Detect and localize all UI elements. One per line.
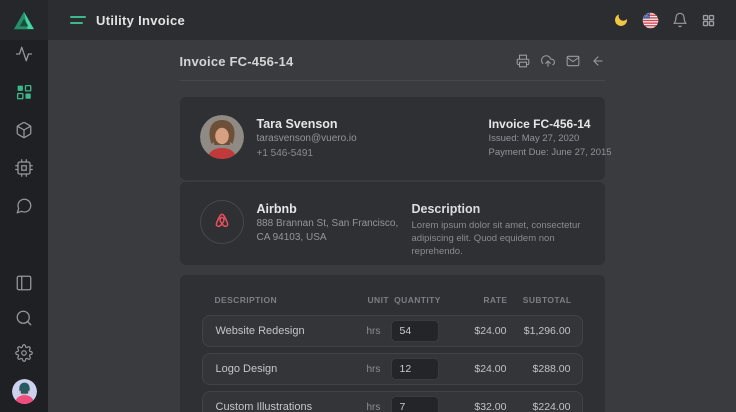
table-row: Website Redesign hrs $24.00 $1,296.00: [202, 315, 583, 347]
item-rate: $24.00: [443, 325, 507, 337]
send-email-button[interactable]: [566, 54, 580, 68]
menu-toggle-icon[interactable]: [70, 13, 86, 27]
item-unit: hrs: [367, 402, 391, 412]
description-block: Description Lorem ipsum dolor sit amet, …: [412, 200, 585, 247]
company-panel: Airbnb 888 Brannan St, San Francisco, CA…: [180, 182, 605, 265]
client-photo-icon: [200, 115, 244, 159]
company-address-line1: 888 Brannan St, San Francisco,: [257, 217, 399, 231]
item-subtotal: $288.00: [507, 363, 571, 375]
brand-logo[interactable]: [0, 0, 48, 40]
sidebar-item-components[interactable]: [15, 159, 33, 177]
table-row: Custom Illustrations hrs $32.00 $224.00: [202, 391, 583, 412]
upload-cloud-icon: [541, 54, 555, 68]
col-header-description: DESCRIPTION: [215, 295, 368, 305]
arrow-left-icon: [591, 54, 605, 68]
moon-icon: [611, 10, 631, 30]
item-rate: $24.00: [443, 363, 507, 375]
description-text: Lorem ipsum dolor sit amet, consectetur …: [412, 219, 585, 258]
apps-menu-button[interactable]: [701, 13, 716, 28]
printer-icon: [516, 54, 530, 68]
sidebar: [0, 0, 48, 412]
company-logo-circle: [200, 200, 244, 244]
page-title: Invoice FC-456-14: [180, 54, 294, 69]
page-content: Invoice FC-456-14: [48, 40, 736, 412]
dark-mode-toggle[interactable]: [613, 12, 629, 28]
print-button[interactable]: [516, 54, 530, 68]
col-header-unit: UNIT: [368, 295, 392, 305]
search-icon: [15, 309, 33, 327]
company-name: Airbnb: [257, 201, 399, 217]
cpu-icon: [15, 159, 33, 177]
app-window: Utility Invoice: [0, 0, 736, 412]
invoice-issued-date: Issued: May 27, 2020: [489, 132, 585, 146]
page-header: Invoice FC-456-14: [180, 48, 605, 74]
sidebar-nav: [15, 40, 33, 215]
sidebar-item-search[interactable]: [15, 309, 33, 327]
sidebar-item-panels[interactable]: [15, 274, 33, 292]
col-header-rate: RATE: [444, 295, 508, 305]
invoice-items-panel: DESCRIPTION UNIT QUANTITY RATE SUBTOTAL …: [180, 275, 605, 412]
gear-icon: [15, 344, 33, 362]
sidebar-item-dashboard[interactable]: [15, 83, 33, 101]
item-subtotal: $224.00: [507, 401, 571, 412]
triangle-logo-icon: [13, 11, 35, 30]
client-panel: Tara Svenson tarasvenson@vuero.io +1 546…: [180, 97, 605, 180]
quantity-input[interactable]: [391, 320, 439, 342]
header-divider: [180, 80, 605, 81]
upload-cloud-button[interactable]: [541, 54, 555, 68]
airbnb-logo-icon: [209, 209, 235, 235]
col-header-subtotal: SUBTOTAL: [508, 295, 572, 305]
table-row: Logo Design hrs $24.00 $288.00: [202, 353, 583, 385]
item-unit: hrs: [367, 364, 391, 375]
box-icon: [15, 121, 33, 139]
item-unit: hrs: [367, 326, 391, 337]
sidebar-item-settings[interactable]: [15, 344, 33, 362]
col-header-quantity: QUANTITY: [392, 295, 444, 305]
sidebar-item-activity[interactable]: [15, 45, 33, 63]
topbar: Utility Invoice: [48, 0, 736, 40]
client-avatar: [200, 115, 244, 159]
sidebar-bottom: [12, 274, 37, 412]
us-flag-icon: [642, 12, 659, 29]
company-address-line2: CA 94103, USA: [257, 231, 399, 245]
language-selector[interactable]: [642, 12, 659, 29]
item-rate: $32.00: [443, 401, 507, 412]
invoice-number: Invoice FC-456-14: [489, 116, 585, 132]
item-description: Logo Design: [216, 363, 367, 375]
item-description: Custom Illustrations: [216, 401, 367, 412]
app-title: Utility Invoice: [96, 13, 185, 28]
invoice-actions: [516, 54, 605, 68]
main-area: Utility Invoice: [48, 0, 736, 412]
user-profile-avatar[interactable]: [12, 379, 37, 404]
invoice-meta: Invoice FC-456-14 Issued: May 27, 2020 P…: [489, 115, 585, 162]
quantity-input[interactable]: [391, 396, 439, 412]
invoice-due-date: Payment Due: June 27, 2015: [489, 146, 585, 160]
dashboard-grid-icon: [15, 83, 33, 101]
table-header-row: DESCRIPTION UNIT QUANTITY RATE SUBTOTAL: [202, 287, 583, 309]
description-heading: Description: [412, 201, 585, 217]
bell-icon: [672, 12, 688, 28]
item-description: Website Redesign: [216, 325, 367, 337]
activity-icon: [15, 45, 33, 63]
mail-icon: [566, 54, 580, 68]
apps-grid-icon: [701, 13, 716, 28]
client-email: tarasvenson@vuero.io: [257, 132, 357, 146]
item-subtotal: $1,296.00: [507, 325, 571, 337]
quantity-input[interactable]: [391, 358, 439, 380]
chat-bubble-icon: [15, 197, 33, 215]
back-button[interactable]: [591, 54, 605, 68]
client-name: Tara Svenson: [257, 116, 357, 132]
notifications-button[interactable]: [672, 12, 688, 28]
profile-avatar-icon: [12, 379, 37, 404]
client-phone: +1 546-5491: [257, 146, 357, 161]
panels-icon: [15, 274, 33, 292]
sidebar-item-messages[interactable]: [15, 197, 33, 215]
topbar-icons: [613, 12, 716, 29]
sidebar-item-products[interactable]: [15, 121, 33, 139]
